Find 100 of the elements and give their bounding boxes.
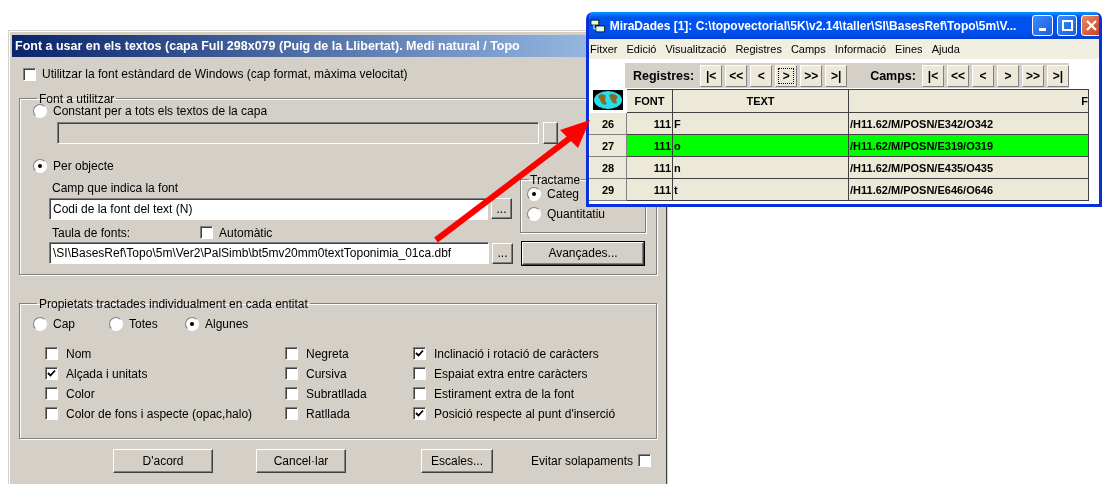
checkbox-label: Estirament extra de la font <box>434 386 575 401</box>
column-header: F <box>848 89 1089 113</box>
checkbox[interactable] <box>413 347 426 360</box>
browse-button[interactable]: ... <box>492 242 513 264</box>
menu-item[interactable]: Fitxer <box>590 43 618 55</box>
checkbox[interactable] <box>45 387 58 400</box>
font-table-field[interactable]: \SI\BasesRef\Topo\5m\Ver2\PalSimb\bt5mv20mm0textToponimia_01ca.dbf <box>49 242 489 264</box>
app-icon <box>590 18 606 33</box>
maximize-icon <box>1061 20 1073 31</box>
menu-item[interactable]: Informació <box>834 43 887 55</box>
column-header: FONT <box>626 89 673 113</box>
checkbox[interactable] <box>285 387 298 400</box>
radio-label: Quantitatiu <box>547 206 606 221</box>
checkbox[interactable] <box>285 347 298 360</box>
checkbox[interactable] <box>200 226 213 239</box>
checkbox[interactable] <box>413 387 426 400</box>
menu-item[interactable]: Visualització <box>665 43 727 55</box>
browse-button[interactable]: ... <box>491 198 512 219</box>
column-header: TEXT <box>672 89 849 113</box>
checkbox[interactable] <box>413 367 426 380</box>
radio-label: Cap <box>53 316 75 331</box>
radio-button[interactable] <box>33 158 47 173</box>
menu-item[interactable]: Eines <box>895 43 923 55</box>
table-cell: /H11.62/M/POSN/E435/O435 <box>848 156 1089 179</box>
radio-button[interactable] <box>185 316 199 331</box>
checkbox-label: Color de fons i aspecte (opac,halo) <box>66 406 253 421</box>
checkbox-label: Nom <box>66 346 92 361</box>
radio-button[interactable] <box>33 316 47 331</box>
dialog-button[interactable]: Cancel·lar <box>256 448 346 473</box>
checkbox[interactable] <box>45 347 58 360</box>
checkbox-label: Subratllada <box>306 386 367 401</box>
group-label: Font a utilitzar <box>38 91 116 106</box>
minimize-button[interactable] <box>1032 15 1053 36</box>
checkbox-label: Inclinació i rotació de caràcters <box>434 346 599 361</box>
nav-button[interactable]: |< <box>922 64 944 87</box>
table-cell: F <box>672 112 849 135</box>
row-header[interactable]: 27 <box>589 134 627 157</box>
nav-button[interactable]: >| <box>825 64 848 87</box>
checkbox[interactable] <box>45 367 58 380</box>
close-button[interactable] <box>1081 15 1099 36</box>
checkbox-label: Espaiat extra entre caràcters <box>434 366 588 381</box>
table-cell: /H11.62/M/POSN/E342/O342 <box>848 112 1089 135</box>
table-cell: o <box>672 134 849 157</box>
row-header[interactable]: 28 <box>589 156 627 179</box>
nav-button[interactable]: < <box>972 64 994 87</box>
toolbar-label: Registres: <box>633 68 695 83</box>
checkbox[interactable] <box>23 67 36 81</box>
window-title: MiraDades [1]: C:\topovectorial\5K\v2.14\taller\SI\BasesRef\Topo\5m\V... <box>609 18 1018 33</box>
radio-label: Categ <box>547 186 580 201</box>
advanced-button[interactable]: Avançades... <box>522 241 644 265</box>
radio-button[interactable] <box>527 206 541 221</box>
toolbar-label: Camps: <box>870 68 916 83</box>
nav-button[interactable]: > <box>775 64 798 87</box>
close-icon <box>1086 20 1098 31</box>
nav-button[interactable]: |< <box>700 64 723 87</box>
radio-button[interactable] <box>527 186 541 201</box>
field-label: Taula de fonts: <box>52 225 132 240</box>
checkbox-label: Alçada i unitats <box>66 366 148 381</box>
nav-button[interactable]: << <box>725 64 748 87</box>
radio-label: Constant per a tots els textos de la capa <box>53 103 268 118</box>
radio-label: Per objecte <box>53 158 114 173</box>
radio-button[interactable] <box>109 316 123 331</box>
nav-button[interactable]: >> <box>1022 64 1044 87</box>
group-label: Propietats tractades individualment en cada entitat <box>38 296 309 311</box>
checkbox-label: Negreta <box>306 346 349 361</box>
radio-label: Algunes <box>205 316 249 331</box>
nav-button[interactable]: << <box>947 64 969 87</box>
choose-button[interactable] <box>543 121 558 144</box>
checkbox[interactable] <box>45 407 58 420</box>
table-cell: /H11.62/M/POSN/E319/O319 <box>848 134 1089 157</box>
menu-item[interactable]: Ajuda <box>931 43 960 55</box>
radio-label: Totes <box>129 316 158 331</box>
checkbox[interactable] <box>413 407 426 420</box>
dialog-button[interactable]: D'acord <box>113 448 213 473</box>
nav-button[interactable]: > <box>997 64 1019 87</box>
menu-item[interactable]: Edició <box>626 43 657 55</box>
nav-button[interactable]: < <box>750 64 773 87</box>
checkbox[interactable] <box>285 367 298 380</box>
dialog-title: Font a usar en els textos (capa Full 298x079 (Puig de la Llibertat). Medi natural / Topo <box>15 39 520 53</box>
minimize-icon <box>1039 28 1047 31</box>
checkbox-label: Posició respecte al punt d'inserció <box>434 406 616 421</box>
field-label: Camp que indica la font <box>52 180 180 195</box>
checkbox[interactable] <box>285 407 298 420</box>
checkbox-label: Evitar solapaments <box>531 453 634 468</box>
checkbox[interactable] <box>638 454 652 467</box>
table-cell: n <box>672 156 849 179</box>
group-label: Tractame <box>529 172 582 187</box>
row-header[interactable]: 29 <box>589 178 627 201</box>
nav-button[interactable]: >> <box>800 64 823 87</box>
checkbox-label: Cursiva <box>306 366 347 381</box>
radio-button[interactable] <box>33 103 47 118</box>
font-field[interactable]: Codi de la font del text (N) <box>49 197 489 220</box>
table-cell: /H11.62/M/POSN/E646/O646 <box>848 178 1089 201</box>
dialog-button[interactable]: Escales... <box>421 448 493 473</box>
menu-item[interactable]: Registres <box>735 43 782 55</box>
maximize-button[interactable] <box>1056 15 1078 36</box>
menu-item[interactable]: Camps <box>790 43 826 55</box>
row-header[interactable]: 26 <box>589 112 627 135</box>
checkbox-label: Automàtic <box>219 225 273 240</box>
nav-button[interactable]: >| <box>1047 64 1069 87</box>
